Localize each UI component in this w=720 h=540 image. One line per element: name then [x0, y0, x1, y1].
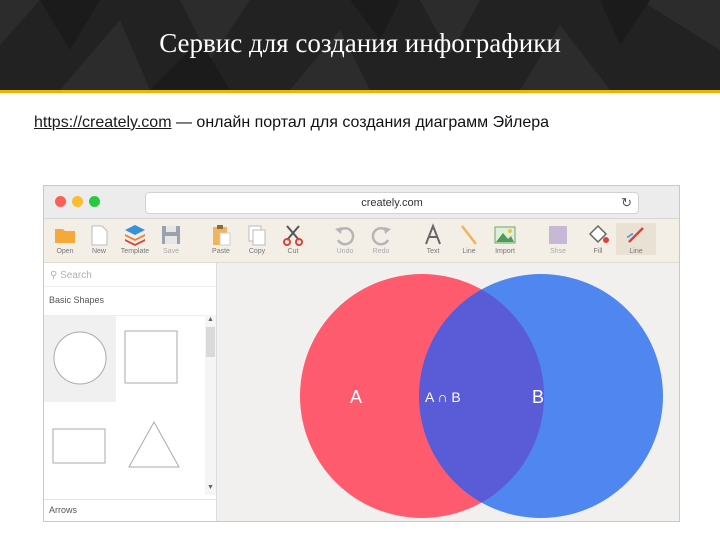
scroll-thumb[interactable]	[206, 327, 215, 357]
tool-label: Paste	[212, 248, 230, 255]
slide-title: Сервис для создания инфографики	[159, 28, 561, 58]
rectangle-shape[interactable]	[52, 428, 108, 473]
tool-line-color[interactable]: Line	[616, 223, 656, 255]
section-arrows[interactable]: Arrows	[49, 505, 77, 515]
scroll-down-icon[interactable]: ▼	[207, 484, 214, 491]
address-bar-url: creately.com	[361, 197, 423, 209]
tool-label: Shse	[550, 248, 566, 255]
venn-label-intersection: A ∩ B	[425, 389, 461, 405]
tool-label: Fill	[593, 248, 603, 255]
search-field: ⚲ Search	[50, 270, 92, 281]
line-color-icon	[616, 223, 656, 247]
scissors-icon	[273, 223, 313, 247]
slide-header: Сервис для создания инфографики	[0, 0, 720, 93]
tool-save[interactable]: Save	[151, 223, 191, 255]
slide-subtitle: https://creately.com — онлайн портал для…	[34, 114, 549, 132]
redo-icon	[361, 223, 401, 247]
shape-fill-icon	[538, 223, 578, 247]
undo-icon	[325, 223, 365, 247]
tool-label: Copy	[248, 248, 266, 255]
venn-label-b: B	[532, 387, 545, 407]
circle-shape[interactable]	[44, 316, 116, 402]
shape-search-input[interactable]: ⚲ Search	[44, 263, 216, 287]
tool-label: Template	[120, 248, 150, 255]
shape-library-scrollbar[interactable]: ▲ ▼	[205, 315, 216, 495]
image-icon	[485, 223, 525, 247]
close-window-icon[interactable]	[55, 196, 66, 207]
tool-label: Line	[462, 248, 476, 255]
copy-icon	[237, 223, 277, 247]
shapes-sidebar: ⚲ Search Basic Shapes ▲ ▼ Arrows	[44, 263, 217, 521]
subtitle-text: — онлайн портал для создания диаграмм Эй…	[171, 114, 550, 131]
tool-shape[interactable]: Shse	[538, 223, 578, 255]
tool-label: Redo	[372, 248, 390, 255]
app-toolbar: Open New Template Save Paste Copy Cut Un…	[44, 219, 679, 263]
maximize-window-icon[interactable]	[89, 196, 100, 207]
tool-import[interactable]: Import	[485, 223, 525, 255]
tool-undo[interactable]: Undo	[325, 223, 365, 255]
minimize-window-icon[interactable]	[72, 196, 83, 207]
creately-link[interactable]: https://creately.com	[34, 114, 172, 131]
browser-window: creately.com ↻ Open New Template Save Pa…	[43, 185, 680, 522]
fill-bucket-icon	[578, 223, 618, 247]
line-icon	[449, 223, 489, 247]
section-basic-shapes[interactable]: Basic Shapes	[49, 295, 104, 305]
tool-cut[interactable]: Cut	[273, 223, 313, 255]
section-divider	[44, 499, 216, 500]
paste-icon	[201, 223, 241, 247]
new-document-icon	[79, 223, 119, 247]
search-icon: ⚲	[50, 270, 58, 281]
tool-copy[interactable]: Copy	[237, 223, 277, 255]
tool-new[interactable]: New	[79, 223, 119, 255]
text-icon	[413, 223, 453, 247]
tool-fill[interactable]: Fill	[578, 223, 618, 255]
search-placeholder: Search	[60, 270, 92, 281]
tool-line[interactable]: Line	[449, 223, 489, 255]
template-icon	[115, 223, 155, 247]
tool-label: Import	[495, 248, 515, 255]
save-icon	[151, 223, 191, 247]
scroll-up-icon[interactable]: ▲	[207, 316, 214, 323]
square-shape[interactable]	[124, 330, 180, 391]
tool-redo[interactable]: Redo	[361, 223, 401, 255]
tool-paste[interactable]: Paste	[201, 223, 241, 255]
tool-label: New	[91, 248, 106, 255]
address-bar[interactable]: creately.com ↻	[145, 192, 639, 214]
shape-library	[44, 315, 206, 496]
triangle-shape[interactable]	[126, 420, 182, 475]
reload-icon[interactable]: ↻	[621, 193, 632, 213]
browser-titlebar: creately.com ↻	[44, 186, 679, 219]
tool-label: Save	[163, 248, 179, 255]
tool-text[interactable]: Text	[413, 223, 453, 255]
venn-label-a: A	[350, 387, 363, 407]
tool-label: Text	[426, 248, 440, 255]
tool-template[interactable]: Template	[115, 223, 155, 255]
tool-label: Undo	[336, 248, 354, 255]
tool-label: Line	[629, 248, 643, 255]
tool-label: Cut	[287, 248, 299, 255]
